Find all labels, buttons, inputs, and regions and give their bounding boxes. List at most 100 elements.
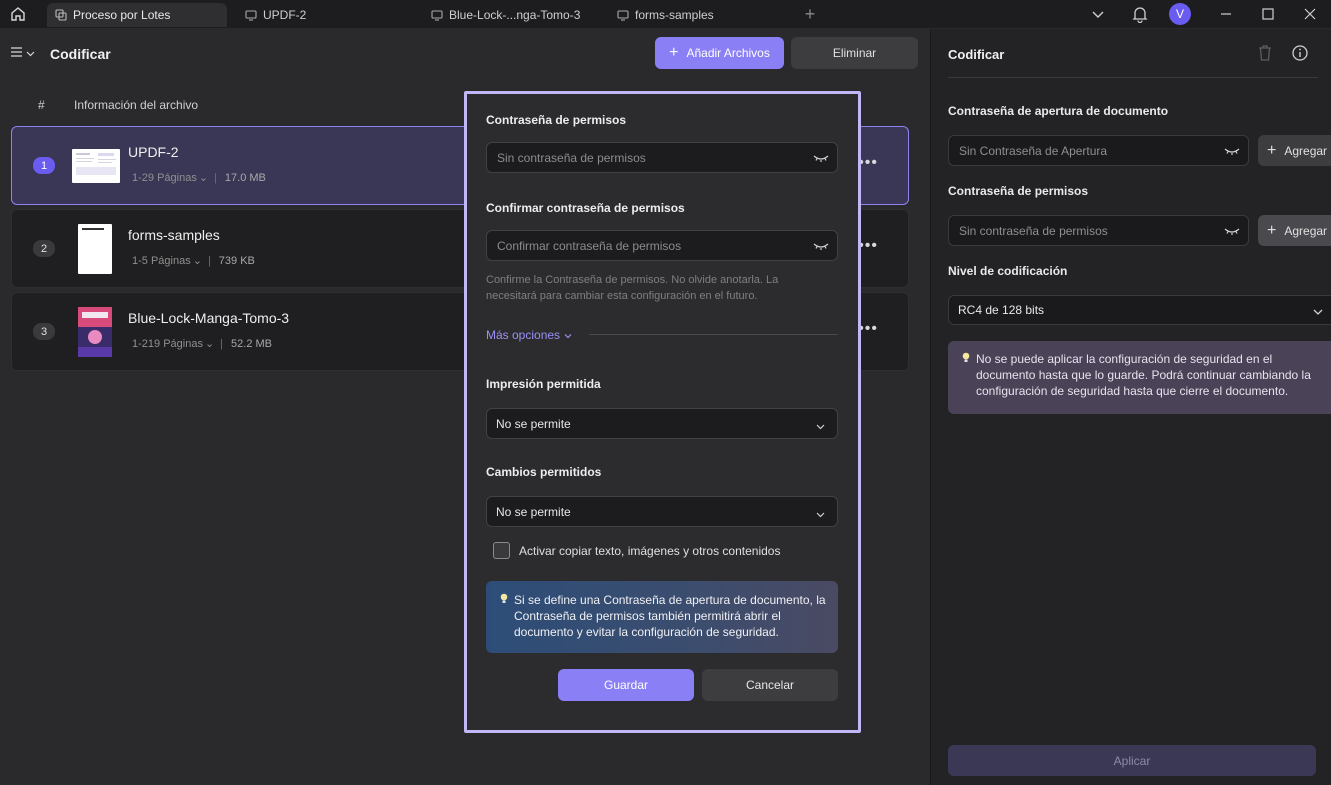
encryption-level-value: RC4 de 128 bits (958, 303, 1045, 317)
eye-closed-icon[interactable] (1224, 225, 1240, 240)
tab-blue-lock[interactable]: Blue-Lock-...nga-Tomo-3 (423, 3, 599, 27)
copy-content-option[interactable]: Activar copiar texto, imágenes y otros c… (493, 542, 780, 559)
file-page-range[interactable]: 1-5 Páginas (132, 255, 191, 267)
confirm-password-hint: Confirme la Contraseña de permisos. No o… (486, 274, 779, 302)
permissions-note: Si se define una Contraseña de apertura … (486, 581, 838, 653)
plus-icon: + (669, 44, 679, 61)
open-password-placeholder: Sin Contraseña de Apertura (959, 143, 1108, 158)
main-header: Codificar + Añadir Archivos Eliminar (0, 36, 925, 70)
panel-title: Codificar (948, 47, 1005, 62)
encryption-panel: Codificar Contraseña de apertura de docu… (930, 29, 1331, 785)
add-permissions-password-button[interactable]: + Agregar (1258, 215, 1331, 246)
title-bar: Proceso por Lotes UPDF-2 Blue-Lock-...ng… (0, 0, 1331, 28)
permissions-dialog: Contraseña de permisos Sin contraseña de… (464, 91, 861, 733)
file-name: UPDF-2 (128, 144, 179, 160)
chevron-down-icon (564, 328, 572, 342)
permissions-password-input[interactable]: Sin contraseña de permisos (948, 215, 1249, 246)
divider: | (220, 338, 224, 350)
close-icon[interactable] (1289, 0, 1331, 28)
eye-closed-icon[interactable] (813, 240, 829, 255)
minimize-icon[interactable] (1205, 0, 1247, 28)
chevron-down-icon (26, 46, 35, 61)
add-files-button[interactable]: + Añadir Archivos (655, 37, 784, 69)
file-meta: 1-29 Páginas ⌄ | 17.0 MB (132, 171, 266, 184)
open-password-label: Contraseña de apertura de documento (948, 104, 1169, 118)
file-size: 739 KB (218, 255, 255, 267)
security-note: No se puede aplicar la configuración de … (948, 341, 1331, 414)
plus-icon: + (1267, 141, 1277, 159)
chevron-down-icon (816, 507, 825, 521)
chevron-down-icon (1313, 305, 1323, 319)
permissions-password-label: Contraseña de permisos (948, 184, 1089, 198)
printing-allowed-value: No se permite (496, 416, 571, 431)
avatar[interactable]: V (1169, 3, 1191, 25)
divider: | (207, 255, 211, 267)
eye-closed-icon[interactable] (1224, 145, 1240, 160)
trash-icon[interactable] (1257, 44, 1273, 65)
chevron-down-icon: ⌄ (204, 338, 215, 350)
add-label: Agregar (1284, 223, 1328, 238)
changes-allowed-label: Cambios permitidos (486, 465, 602, 479)
add-open-password-button[interactable]: + Agregar (1258, 135, 1331, 166)
tab-forms-samples[interactable]: forms-samples (609, 3, 785, 27)
plus-icon: + (1267, 221, 1277, 239)
encryption-level-select[interactable]: RC4 de 128 bits (948, 295, 1331, 325)
permissions-password-placeholder: Sin contraseña de permisos (497, 150, 646, 165)
confirm-password-placeholder: Confirmar contraseña de permisos (497, 238, 682, 253)
file-size: 52.2 MB (231, 338, 272, 350)
file-thumbnail (72, 149, 120, 183)
file-meta: 1-219 Páginas ⌄ | 52.2 MB (132, 337, 272, 350)
column-header-file-info: Información del archivo (74, 98, 199, 112)
tab-label: forms-samples (635, 8, 714, 22)
open-password-input[interactable]: Sin Contraseña de Apertura (948, 135, 1249, 166)
more-options-icon[interactable]: ••• (858, 154, 878, 172)
file-name: forms-samples (128, 227, 220, 243)
delete-button[interactable]: Eliminar (791, 37, 918, 69)
add-label: Agregar (1284, 143, 1328, 158)
eye-closed-icon[interactable] (813, 152, 829, 167)
changes-allowed-value: No se permite (496, 504, 571, 519)
cancel-button[interactable]: Cancelar (702, 669, 838, 701)
file-number-badge: 2 (33, 240, 55, 257)
apply-button[interactable]: Aplicar (948, 745, 1316, 776)
bell-icon[interactable] (1119, 0, 1161, 28)
printing-allowed-select[interactable]: No se permite (486, 408, 838, 439)
maximize-icon[interactable] (1247, 0, 1289, 28)
home-icon[interactable] (0, 0, 36, 28)
more-options-icon[interactable]: ••• (858, 320, 878, 338)
chevron-down-icon (816, 419, 825, 433)
permissions-password-input[interactable]: Sin contraseña de permisos (486, 142, 838, 173)
tab-label: Blue-Lock-...nga-Tomo-3 (449, 8, 581, 22)
changes-allowed-select[interactable]: No se permite (486, 496, 838, 527)
printing-allowed-label: Impresión permitida (486, 377, 601, 391)
info-icon[interactable] (1291, 44, 1309, 65)
more-options-icon[interactable]: ••• (858, 237, 878, 255)
file-number-badge: 3 (33, 323, 55, 340)
confirm-password-label: Confirmar contraseña de permisos (486, 201, 685, 215)
batch-icon (55, 9, 67, 21)
copy-content-checkbox[interactable] (493, 542, 510, 559)
file-page-range[interactable]: 1-29 Páginas (132, 172, 197, 184)
divider: | (214, 172, 217, 184)
page-title: Codificar (50, 46, 111, 62)
tab-batch-process[interactable]: Proceso por Lotes (47, 3, 227, 27)
document-icon (431, 9, 443, 21)
chevron-down-icon[interactable] (1077, 0, 1119, 28)
file-page-range[interactable]: 1-219 Páginas (132, 338, 203, 350)
document-icon (245, 9, 257, 21)
chevron-down-icon: ⌄ (198, 172, 209, 184)
permissions-password-placeholder: Sin contraseña de permisos (959, 223, 1108, 238)
divider (589, 334, 838, 335)
file-meta: 1-5 Páginas ⌄ | 739 KB (132, 254, 255, 267)
more-options-toggle[interactable]: Más opciones (486, 328, 572, 342)
menu-button[interactable] (10, 45, 35, 62)
tab-updf-2[interactable]: UPDF-2 (237, 3, 413, 27)
encryption-level-label: Nivel de codificación (948, 264, 1068, 278)
document-icon (617, 9, 629, 21)
permissions-password-label: Contraseña de permisos (486, 113, 627, 127)
hamburger-icon (10, 45, 24, 62)
save-button[interactable]: Guardar (558, 669, 694, 701)
divider (948, 77, 1318, 78)
new-tab-plus-icon[interactable]: + (795, 4, 825, 25)
confirm-password-input[interactable]: Confirmar contraseña de permisos (486, 230, 838, 261)
